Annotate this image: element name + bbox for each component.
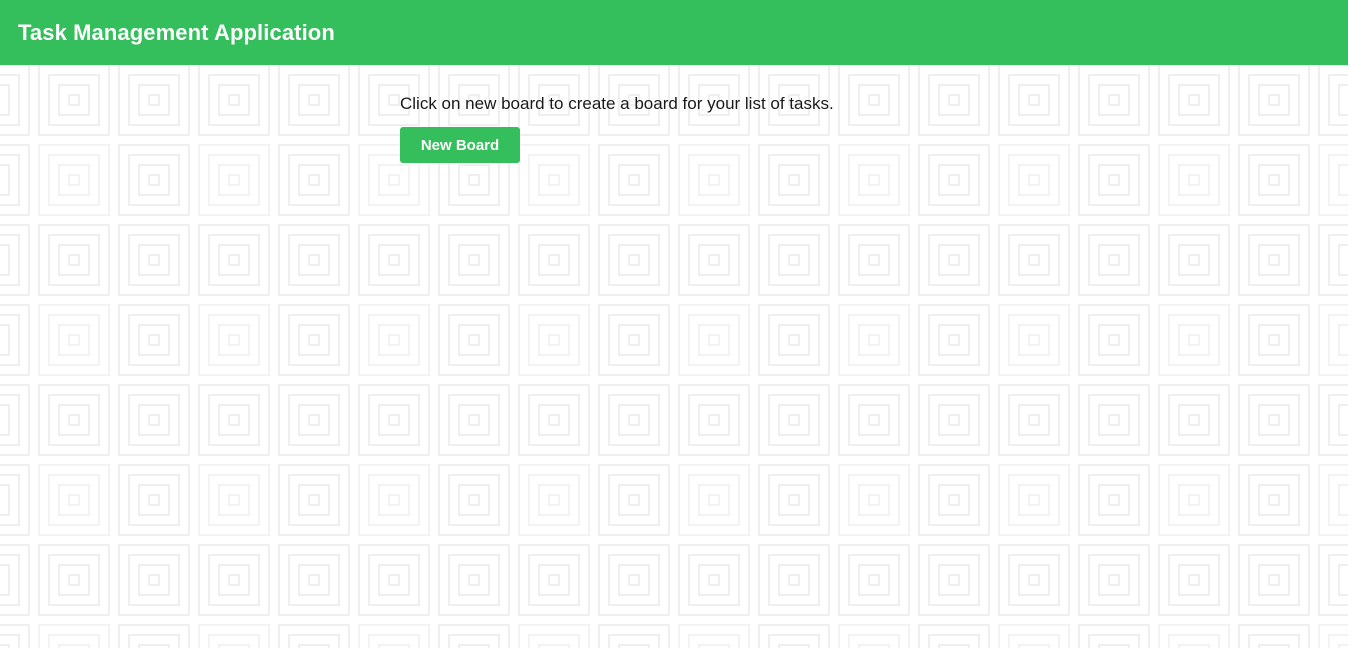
new-board-button[interactable]: New Board [400,127,520,163]
main-content: Click on new board to create a board for… [400,92,834,163]
app-title: Task Management Application [18,19,335,45]
instruction-text: Click on new board to create a board for… [400,94,834,113]
app-header: Task Management Application [0,0,1348,65]
background-pattern [0,65,1348,648]
